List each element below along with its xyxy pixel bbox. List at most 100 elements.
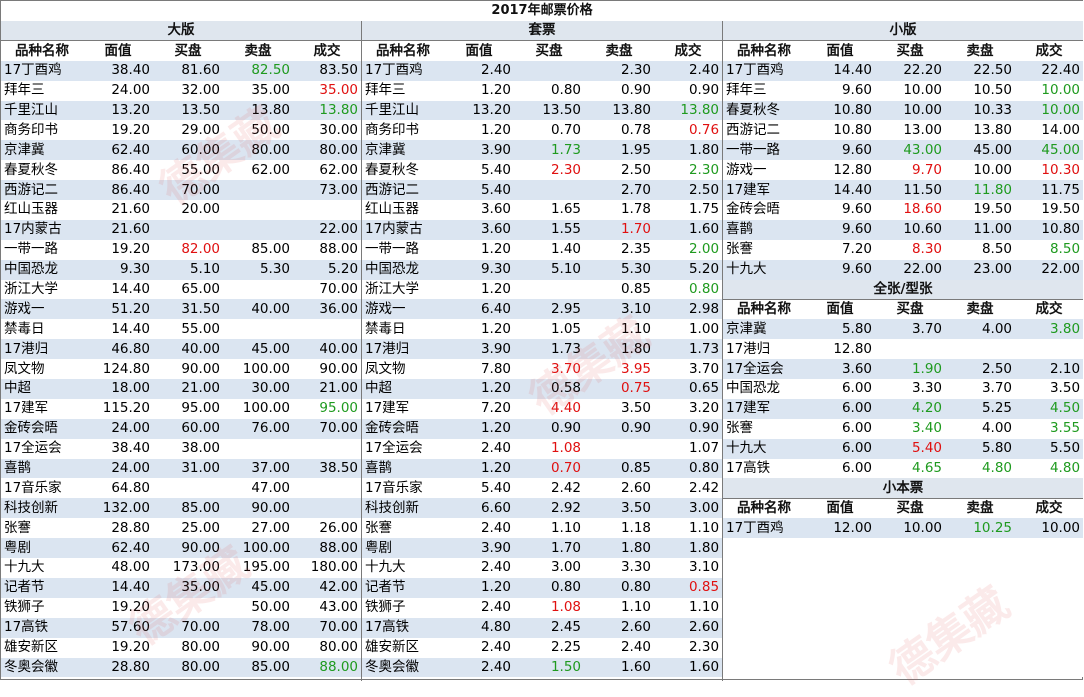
column-header: 卖盘 (584, 40, 654, 61)
price-cell: 60.00 (153, 140, 223, 161)
column-header: 卖盘 (945, 40, 1015, 61)
table-row: 中超 18.00 21.00 30.00 21.00 (1, 379, 362, 399)
stamp-name-cell: 凤文物 (1, 359, 83, 380)
empty-cell (875, 617, 945, 638)
price-cell: 3.40 (875, 418, 945, 439)
table-row: 17丁酉鸡 2.40 2.30 2.40 (362, 60, 723, 81)
table-row: 喜鹊 24.00 31.00 37.00 38.50 (1, 458, 362, 479)
price-cell: 10.60 (875, 219, 945, 240)
stamp-name-cell: 冬奥会徽 (362, 657, 444, 678)
price-cell: 2.00 (654, 239, 723, 260)
price-cell: 1.07 (654, 438, 723, 459)
table-row: 拜年三 1.20 0.80 0.90 0.90 (362, 80, 723, 101)
section-title: 小版 (723, 21, 1084, 42)
price-cell: 11.00 (945, 219, 1015, 240)
price-cell (514, 279, 584, 300)
price-cell: 4.40 (514, 398, 584, 419)
stamp-name-cell: 科技创新 (1, 498, 83, 519)
price-cell: 4.00 (945, 418, 1015, 439)
price-sheet: 2017年邮票价格 大版 品种名称 面值 买盘 卖盘 成交 17丁酉鸡 38.40 81.60 8… (0, 0, 1084, 695)
price-cell: 5.10 (153, 259, 223, 280)
column-header: 买盘 (875, 299, 945, 320)
table-row: 中超 1.20 0.58 0.75 0.65 (362, 379, 723, 399)
stamp-name-cell: 张謇 (723, 418, 805, 439)
price-cell: 124.80 (83, 359, 153, 380)
price-cell: 1.90 (875, 359, 945, 380)
price-cell: 31.00 (153, 458, 223, 479)
price-cell: 2.30 (654, 637, 723, 658)
price-cell: 19.20 (83, 637, 153, 658)
price-cell: 2.60 (584, 478, 654, 499)
table-row: 17全运会 2.40 1.08 1.07 (362, 438, 723, 459)
section-label: 大版 (1, 21, 362, 42)
table-row: 游戏一 12.80 9.70 10.00 10.30 (723, 160, 1084, 181)
price-cell: 1.08 (514, 597, 584, 618)
stamp-name-cell: 禁毒日 (1, 319, 83, 340)
price-cell: 38.40 (83, 438, 153, 459)
empty-row (723, 577, 1084, 598)
price-cell (223, 180, 293, 201)
price-cell: 1.20 (444, 279, 514, 300)
price-cell: 35.00 (223, 80, 293, 101)
price-cell: 90.00 (153, 359, 223, 380)
price-cell (514, 60, 584, 81)
stamp-name-cell: 记者节 (362, 577, 444, 598)
price-cell: 80.00 (293, 140, 362, 161)
price-cell: 50.00 (223, 597, 293, 618)
stamp-name-cell: 铁狮子 (362, 597, 444, 618)
price-cell: 4.00 (945, 319, 1015, 340)
price-cell: 100.00 (223, 359, 293, 380)
table-row: 17丁酉鸡 12.00 10.00 10.25 10.00 (723, 518, 1084, 539)
price-cell: 1.75 (654, 200, 723, 220)
price-cell: 88.00 (293, 538, 362, 559)
page-title: 2017年邮票价格 (1, 1, 1083, 22)
empty-cell (723, 538, 805, 559)
price-cell: 3.60 (805, 359, 875, 380)
price-cell: 86.40 (83, 160, 153, 181)
price-cell (293, 478, 362, 499)
header-row: 品种名称 面值 买盘 卖盘 成交 (723, 40, 1084, 61)
price-cell: 1.60 (654, 219, 723, 240)
price-cell: 4.80 (444, 617, 514, 638)
column-header: 买盘 (875, 40, 945, 61)
stamp-name-cell: 金砖会晤 (1, 418, 83, 439)
table-row: 铁狮子 2.40 1.08 1.10 1.10 (362, 597, 723, 618)
stamp-name-cell: 浙江大学 (362, 279, 444, 300)
price-cell (584, 438, 654, 459)
price-cell: 0.85 (654, 577, 723, 598)
price-cell: 36.00 (293, 299, 362, 320)
empty-cell (723, 657, 805, 678)
price-cell: 13.80 (654, 100, 723, 121)
price-cell: 78.00 (223, 617, 293, 638)
price-cell: 10.80 (1015, 219, 1084, 240)
price-cell: 132.00 (83, 498, 153, 519)
stamp-name-cell: 喜鹊 (723, 219, 805, 240)
price-cell: 40.00 (153, 339, 223, 360)
price-cell: 10.50 (945, 80, 1015, 101)
price-cell: 76.00 (223, 418, 293, 439)
stamp-name-cell: 十九大 (723, 259, 805, 280)
price-cell: 7.20 (444, 398, 514, 419)
table-row: 17港归 12.80 (723, 339, 1084, 360)
stamp-name-cell: 拜年三 (1, 80, 83, 101)
price-cell: 10.80 (805, 100, 875, 121)
price-cell: 4.80 (945, 458, 1015, 479)
price-cell: 21.60 (83, 219, 153, 240)
price-cell: 11.75 (1015, 180, 1084, 201)
price-cell: 18.00 (83, 379, 153, 399)
price-cell: 47.00 (223, 478, 293, 499)
price-cell: 1.18 (584, 518, 654, 539)
stamp-name-cell: 17建军 (723, 398, 805, 419)
stamp-name-cell: 十九大 (362, 558, 444, 578)
table-row: 喜鹊 1.20 0.70 0.85 0.80 (362, 458, 723, 479)
price-cell: 40.00 (293, 339, 362, 360)
stamp-name-cell: 春夏秋冬 (1, 160, 83, 181)
empty-cell (805, 597, 875, 618)
price-cell: 51.20 (83, 299, 153, 320)
table-row: 科技创新 132.00 85.00 90.00 (1, 498, 362, 519)
header-row: 品种名称 面值 买盘 卖盘 成交 (362, 40, 723, 61)
price-cell: 1.55 (514, 219, 584, 240)
section-title: 全张/型张 (723, 279, 1084, 300)
price-cell: 19.20 (83, 120, 153, 141)
price-cell: 4.65 (875, 458, 945, 479)
